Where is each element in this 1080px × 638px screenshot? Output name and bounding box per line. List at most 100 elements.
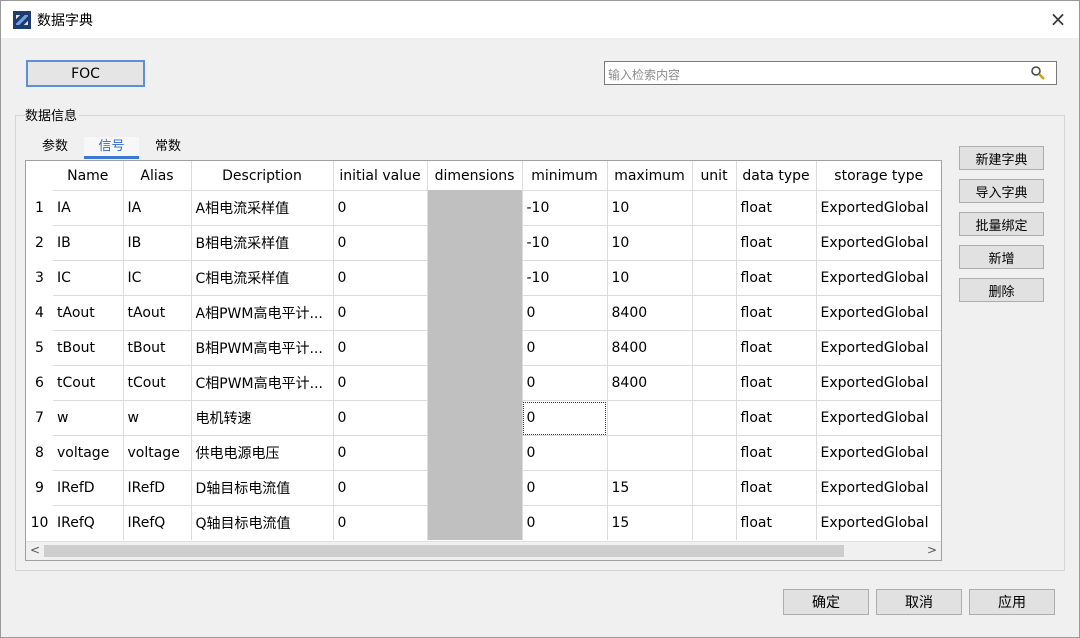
cell-initial-value[interactable]: 0 <box>333 470 428 506</box>
table-row[interactable]: 4 tAout tAout A相PWM高电平计... 0 0 8400 float Export… <box>26 295 941 331</box>
cell-description[interactable]: C相PWM高电平计... <box>191 365 334 401</box>
cell-minimum[interactable]: 0 <box>522 330 608 366</box>
cell-data-type[interactable]: float <box>736 470 817 506</box>
magnifier-icon[interactable] <box>1030 65 1046 81</box>
cell-unit[interactable] <box>692 470 737 506</box>
cell-dimensions[interactable] <box>427 365 523 401</box>
table-row[interactable]: 2 IB IB B相电流采样值 0 -10 10 float ExportedGlobal <box>26 225 941 261</box>
cell-description[interactable]: C相电流采样值 <box>191 260 334 296</box>
tab-constants[interactable]: 常数 <box>143 137 193 159</box>
table-row[interactable]: 1 IA IA A相电流采样值 0 -10 10 float ExportedGlobal <box>26 190 941 226</box>
cell-minimum[interactable]: -10 <box>522 190 608 226</box>
cell-name[interactable]: w <box>53 400 124 436</box>
delete-button[interactable]: 删除 <box>959 278 1044 302</box>
cell-storage-type[interactable]: ExportedGlobal <box>816 400 941 436</box>
cell-alias[interactable]: tCout <box>123 365 192 401</box>
cell-name[interactable]: voltage <box>53 435 124 471</box>
cell-unit[interactable] <box>692 400 737 436</box>
import-dictionary-button[interactable]: 导入字典 <box>959 179 1044 203</box>
cell-maximum[interactable] <box>607 435 693 471</box>
cell-maximum[interactable]: 15 <box>607 470 693 506</box>
cell-maximum[interactable] <box>607 400 693 436</box>
cell-initial-value[interactable]: 0 <box>333 400 428 436</box>
cell-initial-value[interactable]: 0 <box>333 225 428 261</box>
cell-data-type[interactable]: float <box>736 225 817 261</box>
cell-initial-value[interactable]: 0 <box>333 190 428 226</box>
column-header-unit[interactable]: unit <box>692 161 737 191</box>
cancel-button[interactable]: 取消 <box>876 589 962 615</box>
cell-initial-value[interactable]: 0 <box>333 365 428 401</box>
cell-dimensions[interactable] <box>427 190 523 226</box>
add-button[interactable]: 新增 <box>959 245 1044 269</box>
cell-data-type[interactable]: float <box>736 330 817 366</box>
cell-storage-type[interactable]: ExportedGlobal <box>816 295 941 331</box>
cell-minimum[interactable]: 0 <box>522 295 608 331</box>
module-foc-button[interactable]: FOC <box>26 60 145 87</box>
cell-alias[interactable]: voltage <box>123 435 192 471</box>
tab-parameters[interactable]: 参数 <box>31 137 79 159</box>
column-header-description[interactable]: Description <box>191 161 334 191</box>
cell-name[interactable]: IRefD <box>53 470 124 506</box>
ok-button[interactable]: 确定 <box>783 589 869 615</box>
cell-storage-type[interactable]: ExportedGlobal <box>816 225 941 261</box>
tab-signals[interactable]: 信号 <box>84 137 139 159</box>
cell-description[interactable]: B相电流采样值 <box>191 225 334 261</box>
search-input[interactable]: 输入检索内容 <box>604 61 1057 85</box>
cell-storage-type[interactable]: ExportedGlobal <box>816 505 941 540</box>
cell-maximum[interactable]: 8400 <box>607 330 693 366</box>
cell-maximum[interactable]: 10 <box>607 190 693 226</box>
cell-alias[interactable]: IC <box>123 260 192 296</box>
cell-unit[interactable] <box>692 330 737 366</box>
cell-data-type[interactable]: float <box>736 190 817 226</box>
cell-alias[interactable]: IRefQ <box>123 505 192 540</box>
cell-alias[interactable]: tAout <box>123 295 192 331</box>
cell-alias[interactable]: w <box>123 400 192 436</box>
cell-storage-type[interactable]: ExportedGlobal <box>816 435 941 471</box>
cell-dimensions[interactable] <box>427 435 523 471</box>
cell-name[interactable]: tCout <box>53 365 124 401</box>
cell-description[interactable]: B相PWM高电平计... <box>191 330 334 366</box>
column-header-name[interactable]: Name <box>53 161 124 191</box>
cell-dimensions[interactable] <box>427 470 523 506</box>
table-row[interactable]: 9 IRefD IRefD D轴目标电流值 0 0 15 float ExportedGloba… <box>26 470 941 506</box>
cell-description[interactable]: 供电电源电压 <box>191 435 334 471</box>
cell-initial-value[interactable]: 0 <box>333 435 428 471</box>
column-header-dimensions[interactable]: dimensions <box>427 161 523 191</box>
cell-initial-value[interactable]: 0 <box>333 505 428 540</box>
scroll-right-icon[interactable]: > <box>927 543 937 557</box>
cell-minimum[interactable]: 0 <box>522 505 608 540</box>
cell-unit[interactable] <box>692 295 737 331</box>
scroll-thumb[interactable] <box>44 545 844 557</box>
cell-dimensions[interactable] <box>427 225 523 261</box>
column-header-maximum[interactable]: maximum <box>607 161 693 191</box>
horizontal-scrollbar[interactable]: < > <box>26 541 941 560</box>
cell-alias[interactable]: IA <box>123 190 192 226</box>
cell-dimensions[interactable] <box>427 260 523 296</box>
cell-maximum[interactable]: 10 <box>607 260 693 296</box>
cell-maximum[interactable]: 10 <box>607 225 693 261</box>
cell-alias[interactable]: tBout <box>123 330 192 366</box>
cell-description[interactable]: A相PWM高电平计... <box>191 295 334 331</box>
cell-unit[interactable] <box>692 365 737 401</box>
cell-maximum[interactable]: 15 <box>607 505 693 540</box>
cell-storage-type[interactable]: ExportedGlobal <box>816 365 941 401</box>
cell-unit[interactable] <box>692 190 737 226</box>
cell-dimensions[interactable] <box>427 505 523 540</box>
table-row[interactable]: 7 w w 电机转速 0 0 float ExportedGlobal <box>26 400 941 436</box>
cell-alias[interactable]: IB <box>123 225 192 261</box>
close-icon[interactable]: × <box>1048 9 1068 29</box>
cell-initial-value[interactable]: 0 <box>333 295 428 331</box>
cell-maximum[interactable]: 8400 <box>607 365 693 401</box>
cell-name[interactable]: IB <box>53 225 124 261</box>
cell-data-type[interactable]: float <box>736 295 817 331</box>
cell-data-type[interactable]: float <box>736 435 817 471</box>
cell-name[interactable]: tAout <box>53 295 124 331</box>
cell-storage-type[interactable]: ExportedGlobal <box>816 470 941 506</box>
cell-description[interactable]: D轴目标电流值 <box>191 470 334 506</box>
batch-bind-button[interactable]: 批量绑定 <box>959 212 1044 236</box>
cell-initial-value[interactable]: 0 <box>333 330 428 366</box>
column-header-data-type[interactable]: data type <box>736 161 817 191</box>
cell-minimum[interactable]: 0 <box>522 470 608 506</box>
table-row[interactable]: 10 IRefQ IRefQ Q轴目标电流值 0 0 15 float ExportedGlob… <box>26 505 941 540</box>
cell-name[interactable]: IC <box>53 260 124 296</box>
